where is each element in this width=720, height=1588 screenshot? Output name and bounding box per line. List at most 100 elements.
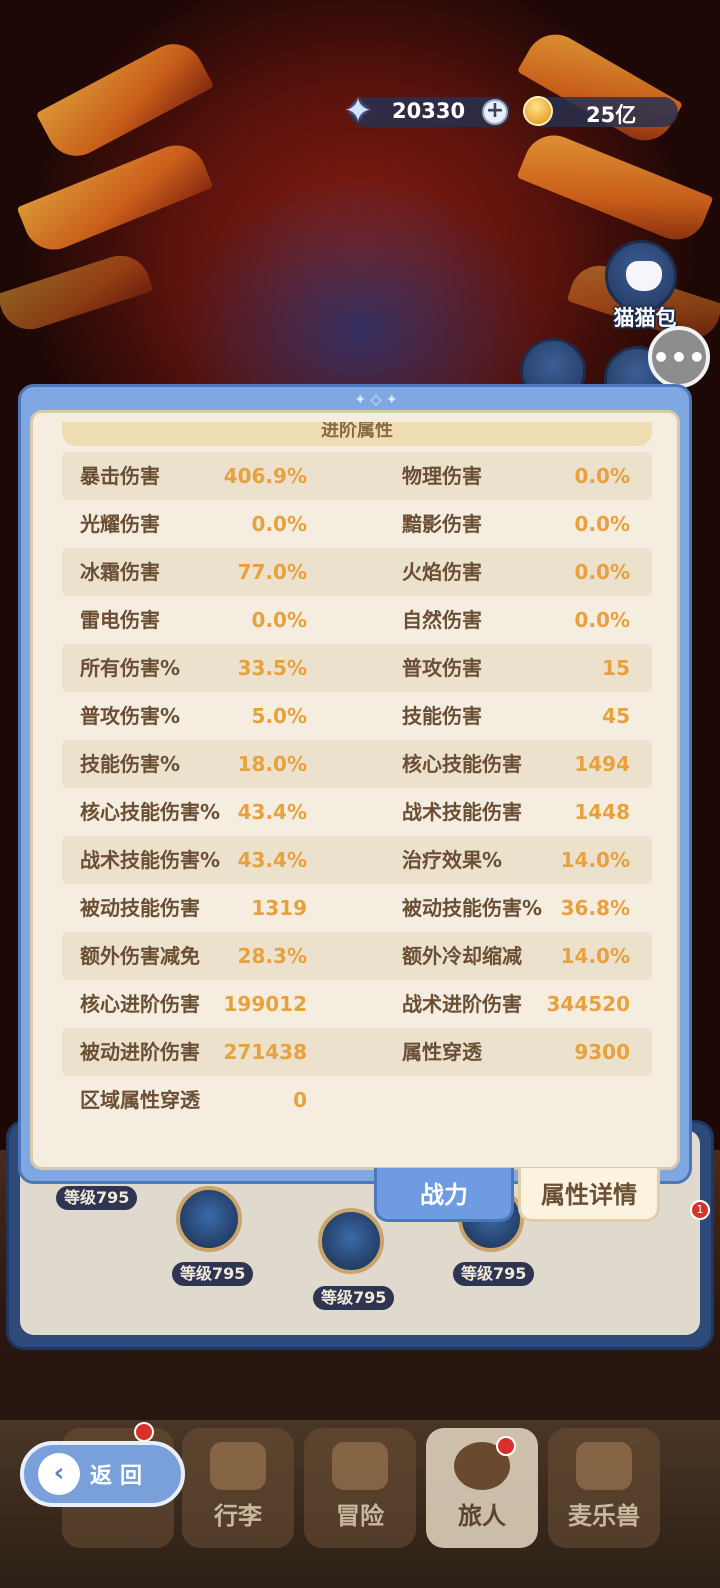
attribute-value: 344520 <box>546 992 631 1016</box>
attribute-label: 火焰伤害 <box>402 560 482 584</box>
attribute-value: 15 <box>602 656 630 680</box>
attribute-value: 0.0% <box>251 608 307 632</box>
attribute-label: 战术技能伤害% <box>80 848 221 872</box>
fox-icon <box>576 1442 632 1490</box>
attribute-value: 1448 <box>574 800 630 824</box>
attribute-label: 战术进阶伤害 <box>402 992 522 1016</box>
level-badge: 等级795 <box>313 1286 395 1310</box>
notification-dot <box>134 1422 154 1442</box>
attribute-row: 核心进阶伤害 199012 战术进阶伤害 344520 <box>62 980 652 1028</box>
back-arrow-icon: ‹ <box>38 1453 80 1495</box>
section-title: 进阶属性 <box>62 422 652 446</box>
attribute-value: 0.0% <box>574 560 630 584</box>
gold-value: 25亿 <box>586 103 637 127</box>
attribute-label: 属性穿透 <box>402 1040 482 1064</box>
attribute-value: 43.4% <box>237 848 307 872</box>
attribute-row: 冰霜伤害 77.0% 火焰伤害 0.0% <box>62 548 652 596</box>
attribute-label: 治疗效果% <box>402 848 503 872</box>
attribute-label: 核心技能伤害 <box>402 752 522 776</box>
tab-power[interactable]: 战力 <box>374 1168 514 1222</box>
attribute-row: 光耀伤害 0.0% 黯影伤害 0.0% <box>62 500 652 548</box>
attribute-value: 77.0% <box>237 560 307 584</box>
gold-counter: 25亿 <box>520 93 678 129</box>
star-gem-icon: ✦ <box>343 91 373 131</box>
attribute-value: 406.9% <box>223 464 307 488</box>
back-button[interactable]: ‹ 返回 <box>20 1441 185 1507</box>
attribute-label: 光耀伤害 <box>80 512 160 536</box>
attribute-value: 199012 <box>223 992 308 1016</box>
nav-bag[interactable]: 行李 <box>182 1428 294 1548</box>
level-badge: 等级795 <box>172 1262 254 1286</box>
attribute-row: 普攻伤害% 5.0% 技能伤害 45 <box>62 692 652 740</box>
hero-portrait[interactable] <box>176 1186 242 1252</box>
attribute-label: 被动技能伤害% <box>402 896 543 920</box>
back-label: 返回 <box>90 1464 151 1489</box>
attribute-row: 技能伤害% 18.0% 核心技能伤害 1494 <box>62 740 652 788</box>
attribute-label: 黯影伤害 <box>402 512 482 536</box>
cat-icon <box>626 261 662 291</box>
attribute-label: 核心技能伤害% <box>80 800 221 824</box>
attribute-value: 0.0% <box>251 512 307 536</box>
attribute-label: 核心进阶伤害 <box>80 992 200 1016</box>
attribute-row: 雷电伤害 0.0% 自然伤害 0.0% <box>62 596 652 644</box>
level-badge: 等级795 <box>56 1186 138 1210</box>
attribute-label: 自然伤害 <box>402 608 482 632</box>
gold-coin-icon <box>518 91 558 131</box>
attribute-label: 雷电伤害 <box>80 608 160 632</box>
attribute-value: 33.5% <box>237 656 307 680</box>
attribute-row: 核心技能伤害% 43.4% 战术技能伤害 1448 <box>62 788 652 836</box>
notification-dot <box>496 1436 516 1456</box>
nav-traveler[interactable]: 旅人 <box>426 1428 538 1548</box>
nav-traveler-label: 旅人 <box>458 1502 506 1530</box>
attribute-value <box>532 1076 630 1124</box>
attribute-value: 1494 <box>574 752 630 776</box>
nav-bag-label: 行李 <box>214 1502 262 1530</box>
nav-pet[interactable]: 麦乐兽 <box>548 1428 660 1548</box>
attribute-value: 0.0% <box>574 608 630 632</box>
tab-attribute-detail[interactable]: 属性详情 <box>518 1168 660 1222</box>
chat-bubble-button[interactable]: ••• <box>648 326 710 388</box>
attribute-label: 物理伤害 <box>402 464 482 488</box>
attribute-table[interactable]: 暴击伤害 406.9% 物理伤害 0.0% 光耀伤害 0.0% 黯影伤害 0.0% 冰霜伤害 77… <box>62 452 652 1124</box>
attribute-label: 战术技能伤害 <box>402 800 522 824</box>
add-gems-button[interactable]: + <box>482 99 508 125</box>
attribute-label: 技能伤害% <box>80 752 181 776</box>
attribute-label: 被动技能伤害 <box>80 896 200 920</box>
attribute-label: 额外伤害减免 <box>80 944 200 968</box>
attribute-value: 45 <box>602 704 630 728</box>
attribute-value: 1319 <box>251 896 307 920</box>
attribute-value: 0.0% <box>574 464 630 488</box>
gem-counter: ✦ 20330 + <box>344 91 510 131</box>
attribute-label: 冰霜伤害 <box>80 560 160 584</box>
attribute-row: 额外伤害减免 28.3% 额外冷却缩减 14.0% <box>62 932 652 980</box>
attribute-label: 额外冷却缩减 <box>402 944 522 968</box>
attribute-value: 0.0% <box>574 512 630 536</box>
attribute-label: 区域属性穿透 <box>80 1088 200 1112</box>
attribute-row: 暴击伤害 406.9% 物理伤害 0.0% <box>62 452 652 500</box>
attribute-label: 所有伤害% <box>80 656 181 680</box>
attribute-value: 5.0% <box>251 704 307 728</box>
crossed-swords-icon <box>332 1442 388 1490</box>
attribute-value: 18.0% <box>237 752 307 776</box>
attribute-value: 9300 <box>574 1040 630 1064</box>
chest-icon <box>210 1442 266 1490</box>
hero-portrait[interactable] <box>318 1208 384 1274</box>
attribute-label: 暴击伤害 <box>80 464 160 488</box>
attribute-row: 所有伤害% 33.5% 普攻伤害 15 <box>62 644 652 692</box>
attribute-value: 14.0% <box>560 944 630 968</box>
attribute-value: 36.8% <box>560 896 630 920</box>
attribute-value: 28.3% <box>237 944 307 968</box>
attribute-label: 普攻伤害 <box>402 656 482 680</box>
attribute-label: 被动进阶伤害 <box>80 1040 200 1064</box>
attribute-row: 被动进阶伤害 271438 属性穿透 9300 <box>62 1028 652 1076</box>
attribute-row: 被动技能伤害 1319 被动技能伤害% 36.8% <box>62 884 652 932</box>
attribute-label: 普攻伤害% <box>80 704 181 728</box>
nav-adventure[interactable]: 冒险 <box>304 1428 416 1548</box>
attribute-value: 43.4% <box>237 800 307 824</box>
attribute-value: 0 <box>293 1088 307 1112</box>
level-badge: 等级795 <box>453 1262 535 1286</box>
attribute-value: 271438 <box>223 1040 308 1064</box>
nav-pet-label: 麦乐兽 <box>568 1502 640 1530</box>
gem-value: 20330 <box>392 99 466 123</box>
attribute-label: 技能伤害 <box>402 704 482 728</box>
